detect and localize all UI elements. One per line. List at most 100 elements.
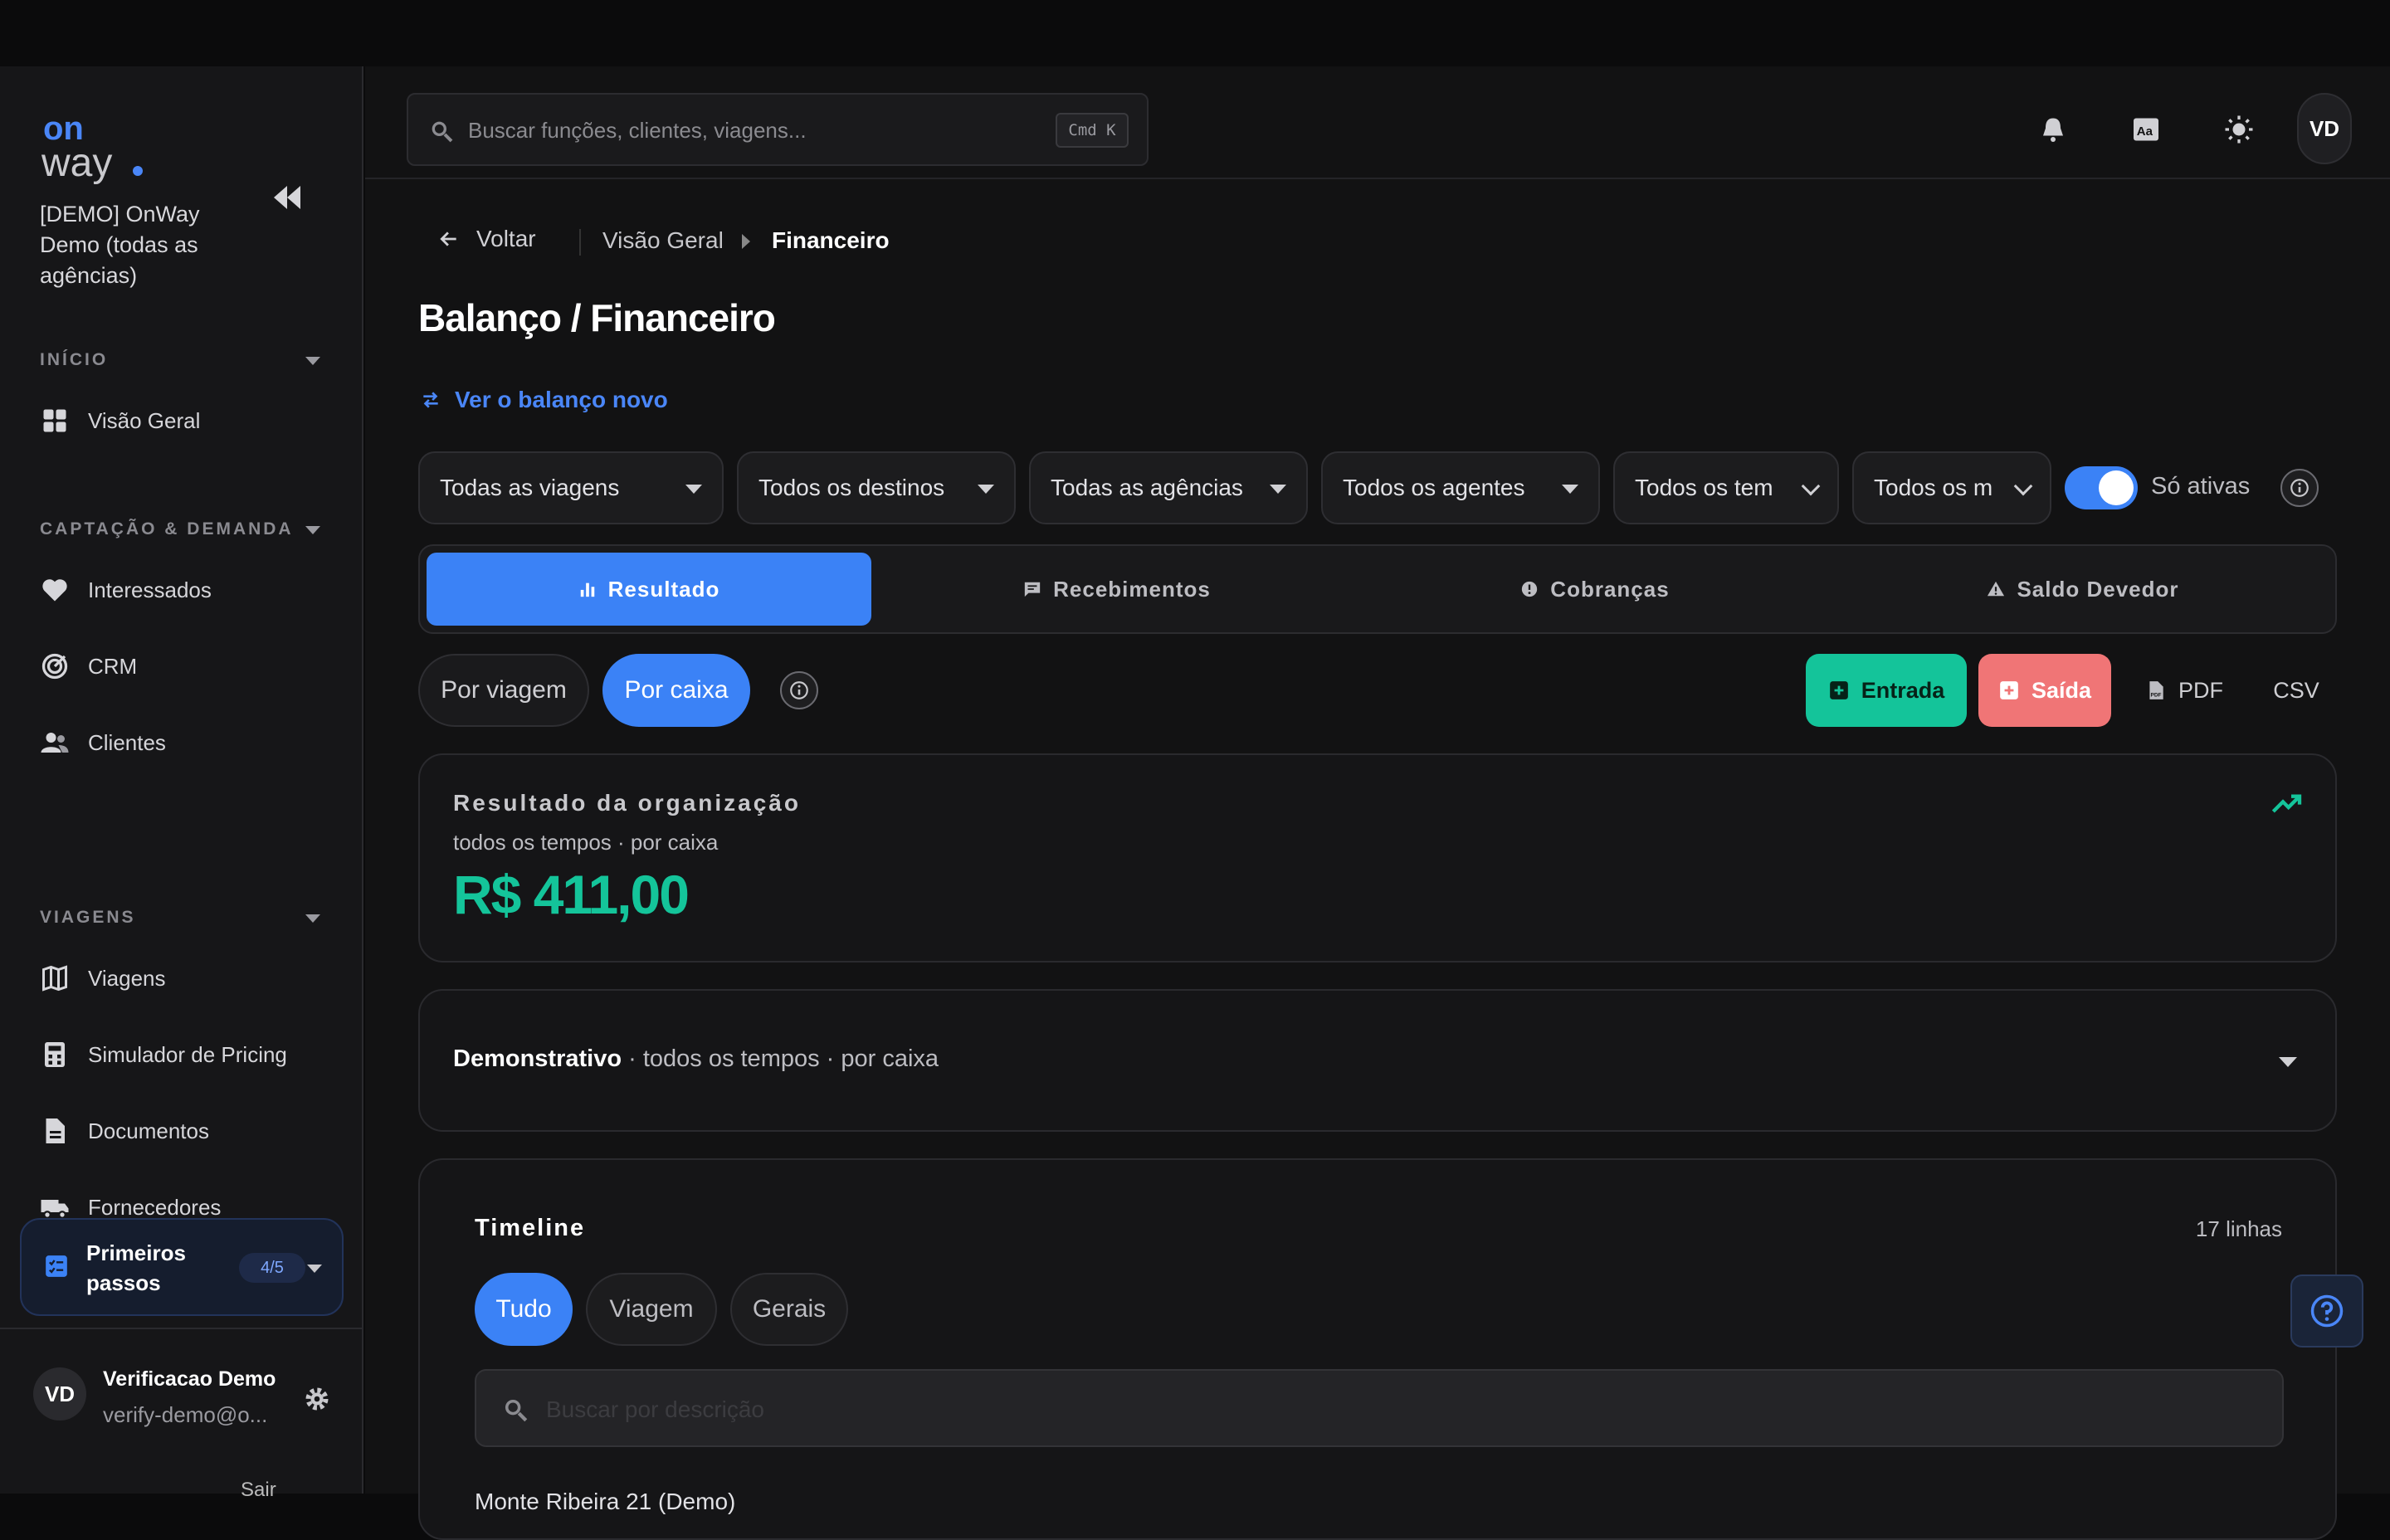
- header-avatar[interactable]: VD: [2297, 93, 2352, 164]
- section-inicio[interactable]: INÍCIO: [40, 350, 108, 370]
- first-steps-label: Primeiros passos: [86, 1240, 186, 1295]
- new-balance-link[interactable]: Ver o balanço novo: [420, 387, 668, 413]
- user-avatar[interactable]: VD: [33, 1367, 86, 1421]
- chevron-down-icon: [1801, 476, 1821, 496]
- timeline-row[interactable]: Monte Ribeira 21 (Demo): [475, 1489, 735, 1515]
- sidebar-item-clientes[interactable]: Clientes: [40, 722, 166, 763]
- back-button[interactable]: Voltar: [438, 226, 536, 252]
- info-icon: [2290, 479, 2309, 497]
- user-email: verify-demo@o...: [103, 1402, 268, 1427]
- sidebar-item-label: Interessados: [88, 577, 212, 602]
- collapse-sidebar-icon[interactable]: [271, 183, 304, 212]
- bell-icon: [2043, 118, 2063, 142]
- filter-agencies[interactable]: Todas as agências: [1029, 451, 1308, 524]
- mode-info-button[interactable]: [780, 671, 818, 709]
- svg-text:PDF: PDF: [2151, 693, 2162, 699]
- sidebar-item-crm[interactable]: CRM: [40, 646, 137, 687]
- export-pdf-button[interactable]: PDF PDF: [2134, 654, 2234, 727]
- chevron-down-icon[interactable]: [305, 526, 320, 534]
- tab-label: Recebimentos: [1053, 576, 1211, 602]
- breadcrumb-divider: [579, 229, 581, 256]
- search-icon: [505, 1399, 528, 1422]
- filter-time[interactable]: Todos os tem: [1613, 451, 1839, 524]
- timeline-search[interactable]: [475, 1369, 2284, 1447]
- export-csv-button[interactable]: CSV: [2259, 654, 2334, 727]
- statement-subtitle: · todos os tempos · por caixa: [622, 1045, 939, 1072]
- grid-icon: [43, 409, 66, 432]
- sidebar-item-documentos[interactable]: Documentos: [40, 1110, 209, 1152]
- chevron-down-icon[interactable]: [305, 357, 320, 365]
- help-button[interactable]: [2290, 1274, 2363, 1348]
- organization-name[interactable]: [DEMO] OnWay Demo (todas as agências): [40, 199, 239, 291]
- mode-by-trip[interactable]: Por viagem: [418, 654, 589, 727]
- statement-header: Demonstrativo · todos os tempos · por ca…: [453, 1045, 939, 1073]
- message-icon: [1024, 582, 1041, 597]
- filter-agents-value: Todos os agentes: [1343, 475, 1525, 500]
- search-icon: [432, 121, 453, 143]
- filters-info-button[interactable]: [2280, 469, 2319, 507]
- filter-trips-value: Todas as viagens: [440, 475, 620, 500]
- timeline-filter-all[interactable]: Tudo: [475, 1273, 573, 1346]
- filter-agents[interactable]: Todos os agentes: [1321, 451, 1600, 524]
- result-subtitle: todos os tempos · por caixa: [453, 830, 719, 855]
- divider: [0, 1328, 363, 1329]
- onway-logo[interactable]: on way: [41, 110, 149, 184]
- chevron-down-icon[interactable]: [305, 914, 320, 923]
- filter-destinations[interactable]: Todos os destinos: [737, 451, 1016, 524]
- mode-by-cash[interactable]: Por caixa: [602, 654, 750, 727]
- sidebar-item-visao-geral[interactable]: Visão Geral: [40, 400, 200, 441]
- caret-down-icon: [1562, 485, 1578, 494]
- tab-resultado[interactable]: Resultado: [427, 553, 871, 626]
- result-card: Resultado da organização todos os tempos…: [418, 753, 2337, 962]
- sidebar-item-interessados[interactable]: Interessados: [40, 569, 212, 611]
- pdf-file-icon: PDF: [2149, 681, 2163, 699]
- search-input[interactable]: [468, 113, 999, 148]
- section-captacao[interactable]: CAPTAÇÃO & DEMANDA: [40, 519, 294, 539]
- tab-cobrancas[interactable]: Cobranças: [1363, 553, 1827, 626]
- timeline-filter-general[interactable]: Gerais: [730, 1273, 848, 1346]
- sidebar-item-simulador[interactable]: Simulador de Pricing: [40, 1034, 287, 1075]
- new-balance-label: Ver o balanço novo: [455, 387, 668, 412]
- caret-down-icon: [1270, 485, 1286, 494]
- filter-trips[interactable]: Todas as viagens: [418, 451, 724, 524]
- notifications-button[interactable]: [2022, 98, 2085, 161]
- active-only-toggle[interactable]: [2065, 466, 2138, 509]
- financial-tabs: Resultado Recebimentos Cobranças Saldo D…: [418, 544, 2337, 634]
- bar-chart-icon: [580, 582, 594, 597]
- add-exit-button[interactable]: Saída: [1978, 654, 2111, 727]
- tab-recebimentos[interactable]: Recebimentos: [885, 553, 1349, 626]
- warning-icon: [1988, 581, 2005, 597]
- plus-square-icon: [1829, 681, 1848, 699]
- timeline-card: Timeline 17 linhas Tudo Viagem Gerais Mo…: [418, 1158, 2337, 1540]
- sun-icon: [2225, 115, 2253, 144]
- add-entry-button[interactable]: Entrada: [1806, 654, 1967, 727]
- browser-top-strip: [0, 0, 2390, 66]
- page-title: Balanço / Financeiro: [418, 296, 776, 339]
- tab-saldo-devedor[interactable]: Saldo Devedor: [1841, 553, 2325, 626]
- caret-down-icon[interactable]: [2279, 1057, 2297, 1067]
- active-only-label: Só ativas: [2151, 473, 2251, 500]
- chevron-down-icon: [2013, 476, 2033, 496]
- help-circle-icon: [2310, 1294, 2344, 1328]
- first-steps-panel[interactable]: Primeiros passos 4/5: [20, 1218, 344, 1316]
- swap-icon: [423, 392, 438, 408]
- filter-month[interactable]: Todos os m: [1852, 451, 2051, 524]
- sidebar-item-viagens[interactable]: Viagens: [40, 958, 166, 999]
- export-pdf-label: PDF: [2178, 677, 2223, 703]
- section-viagens[interactable]: VIAGENS: [40, 908, 136, 928]
- filter-time-value: Todos os tem: [1635, 475, 1773, 500]
- alert-circle-icon: [1522, 581, 1538, 597]
- chevron-down-icon[interactable]: [307, 1265, 322, 1273]
- gear-icon[interactable]: [302, 1384, 332, 1414]
- arrow-left-icon: [440, 231, 456, 246]
- global-search[interactable]: Cmd K: [407, 93, 1149, 166]
- timeline-filter-trip[interactable]: Viagem: [586, 1273, 717, 1346]
- breadcrumb-visao-geral[interactable]: Visão Geral: [602, 227, 724, 254]
- sidebar: on way [DEMO] OnWay Demo (todas as agênc…: [0, 66, 363, 1501]
- language-button[interactable]: Aa: [2114, 98, 2178, 161]
- statement-panel[interactable]: Demonstrativo · todos os tempos · por ca…: [418, 989, 2337, 1132]
- logout-link[interactable]: Sair: [241, 1479, 276, 1502]
- sidebar-item-label: Visão Geral: [88, 407, 201, 433]
- theme-toggle-button[interactable]: [2207, 98, 2270, 161]
- timeline-search-input[interactable]: [546, 1391, 2040, 1429]
